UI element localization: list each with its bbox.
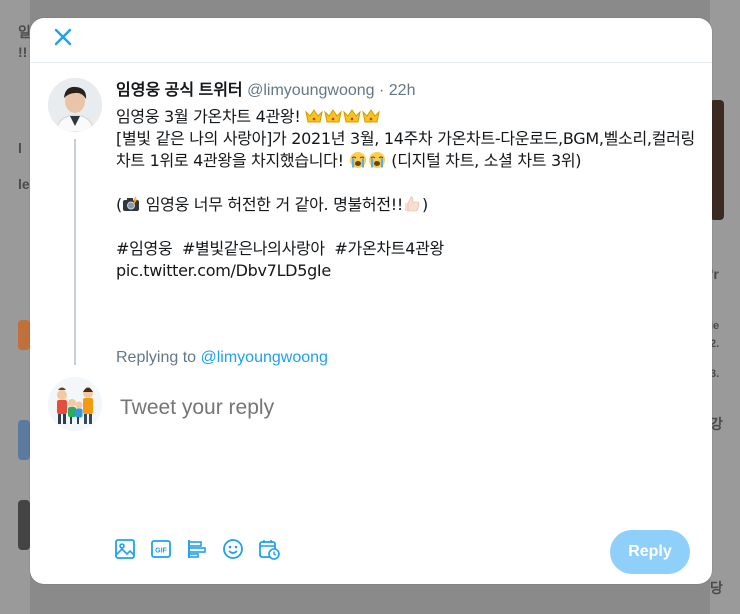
emoji-icon — [223, 539, 243, 559]
tweet-line: pic.twitter.com/Dbv7LD5gIe — [116, 260, 700, 282]
crown-emoji-icon — [305, 107, 381, 126]
hashtag-link[interactable]: #별빛같은나의사랑아 — [182, 239, 325, 258]
tweet-line: 임영웅 3월 가온차트 4관왕! — [116, 106, 700, 128]
gif-icon: GIF — [151, 540, 171, 558]
hashtag-link[interactable]: #임영웅 — [116, 239, 173, 258]
tweet-content: 임영웅 공식 트위터 @limyoungwoong · 22h 임영웅 3월 가… — [116, 80, 700, 282]
thread-connector-line — [74, 139, 76, 365]
camera-flash-emoji-icon — [122, 195, 141, 214]
background-text: 당 — [710, 580, 723, 596]
replying-to: Replying to @limyoungwoong — [116, 349, 328, 367]
background-right-column: 'r ie 2. 3. 강 당 — [710, 0, 740, 614]
replying-to-handle-link[interactable]: @limyoungwoong — [201, 349, 328, 366]
author-name[interactable]: 임영웅 공식 트위터 — [116, 82, 243, 99]
tweet-timestamp[interactable]: 22h — [389, 82, 416, 99]
tweet-line-text: 임영웅 너무 허전한 거 같아. 명불허전!! — [145, 195, 404, 214]
reply-button[interactable]: Reply — [610, 530, 690, 574]
background-text: l — [18, 140, 22, 156]
background-thumbnail — [710, 100, 724, 220]
close-icon — [54, 28, 72, 46]
pic-link[interactable]: pic.twitter.com/Dbv7LD5gIe — [116, 261, 331, 280]
close-button[interactable] — [46, 20, 80, 54]
add-emoji-button[interactable] — [220, 536, 246, 562]
background-thumbnail — [18, 500, 30, 550]
modal-header — [30, 18, 712, 63]
tweet-line-text: (디지털 차트, 소셜 차트 3위) — [391, 151, 582, 170]
tweet-line: ( 임영웅 너무 허전한 거 같아. 명불허전!!) — [116, 194, 700, 216]
composer-toolbar: GIF — [112, 536, 282, 562]
thumbs-up-emoji-icon — [403, 195, 422, 214]
tweet-line-text: ) — [422, 195, 428, 214]
reply-modal: 임영웅 공식 트위터 @limyoungwoong · 22h 임영웅 3월 가… — [30, 18, 712, 584]
background-left-column: 일 !! l le — [0, 0, 31, 614]
add-poll-button[interactable] — [184, 536, 210, 562]
schedule-button[interactable] — [256, 536, 282, 562]
background-text: 일 — [18, 24, 31, 40]
author-avatar[interactable] — [48, 78, 102, 132]
reply-text-input[interactable] — [118, 390, 682, 426]
author-handle[interactable]: @limyoungwoong — [247, 82, 374, 99]
tweet-line-text: 임영웅 3월 가온차트 4관왕! — [116, 107, 301, 126]
loudly-crying-emoji-icon — [349, 151, 392, 170]
tweet-blank-line — [116, 172, 700, 194]
tweet-blank-line — [116, 216, 700, 238]
tweet-header: 임영웅 공식 트위터 @limyoungwoong · 22h — [116, 80, 700, 102]
family-illustration-icon — [48, 377, 102, 431]
add-gif-button[interactable]: GIF — [148, 536, 174, 562]
image-icon — [115, 539, 135, 559]
replying-to-label: Replying to — [116, 349, 197, 366]
person-photo-icon — [48, 78, 102, 132]
background-thumbnail — [18, 320, 30, 350]
schedule-icon — [259, 540, 280, 560]
background-text: !! — [18, 44, 28, 60]
tweet-hashtags: #임영웅 #별빛같은나의사랑아 #가온차트4관왕 — [116, 238, 700, 260]
poll-icon — [188, 540, 206, 558]
background-thumbnail — [18, 420, 30, 460]
tweet-text: 임영웅 3월 가온차트 4관왕! [별빛 같은 나의 사랑아]가 2021년 3… — [116, 106, 700, 282]
background-text: le — [18, 176, 30, 192]
svg-text:GIF: GIF — [155, 548, 167, 555]
add-image-button[interactable] — [112, 536, 138, 562]
tweet-line: [별빛 같은 나의 사랑아]가 2021년 3월, 14주차 가온차트-다운로드… — [116, 128, 700, 172]
user-avatar[interactable] — [48, 377, 102, 431]
hashtag-link[interactable]: #가온차트4관왕 — [334, 239, 444, 258]
separator-dot: · — [378, 82, 385, 99]
